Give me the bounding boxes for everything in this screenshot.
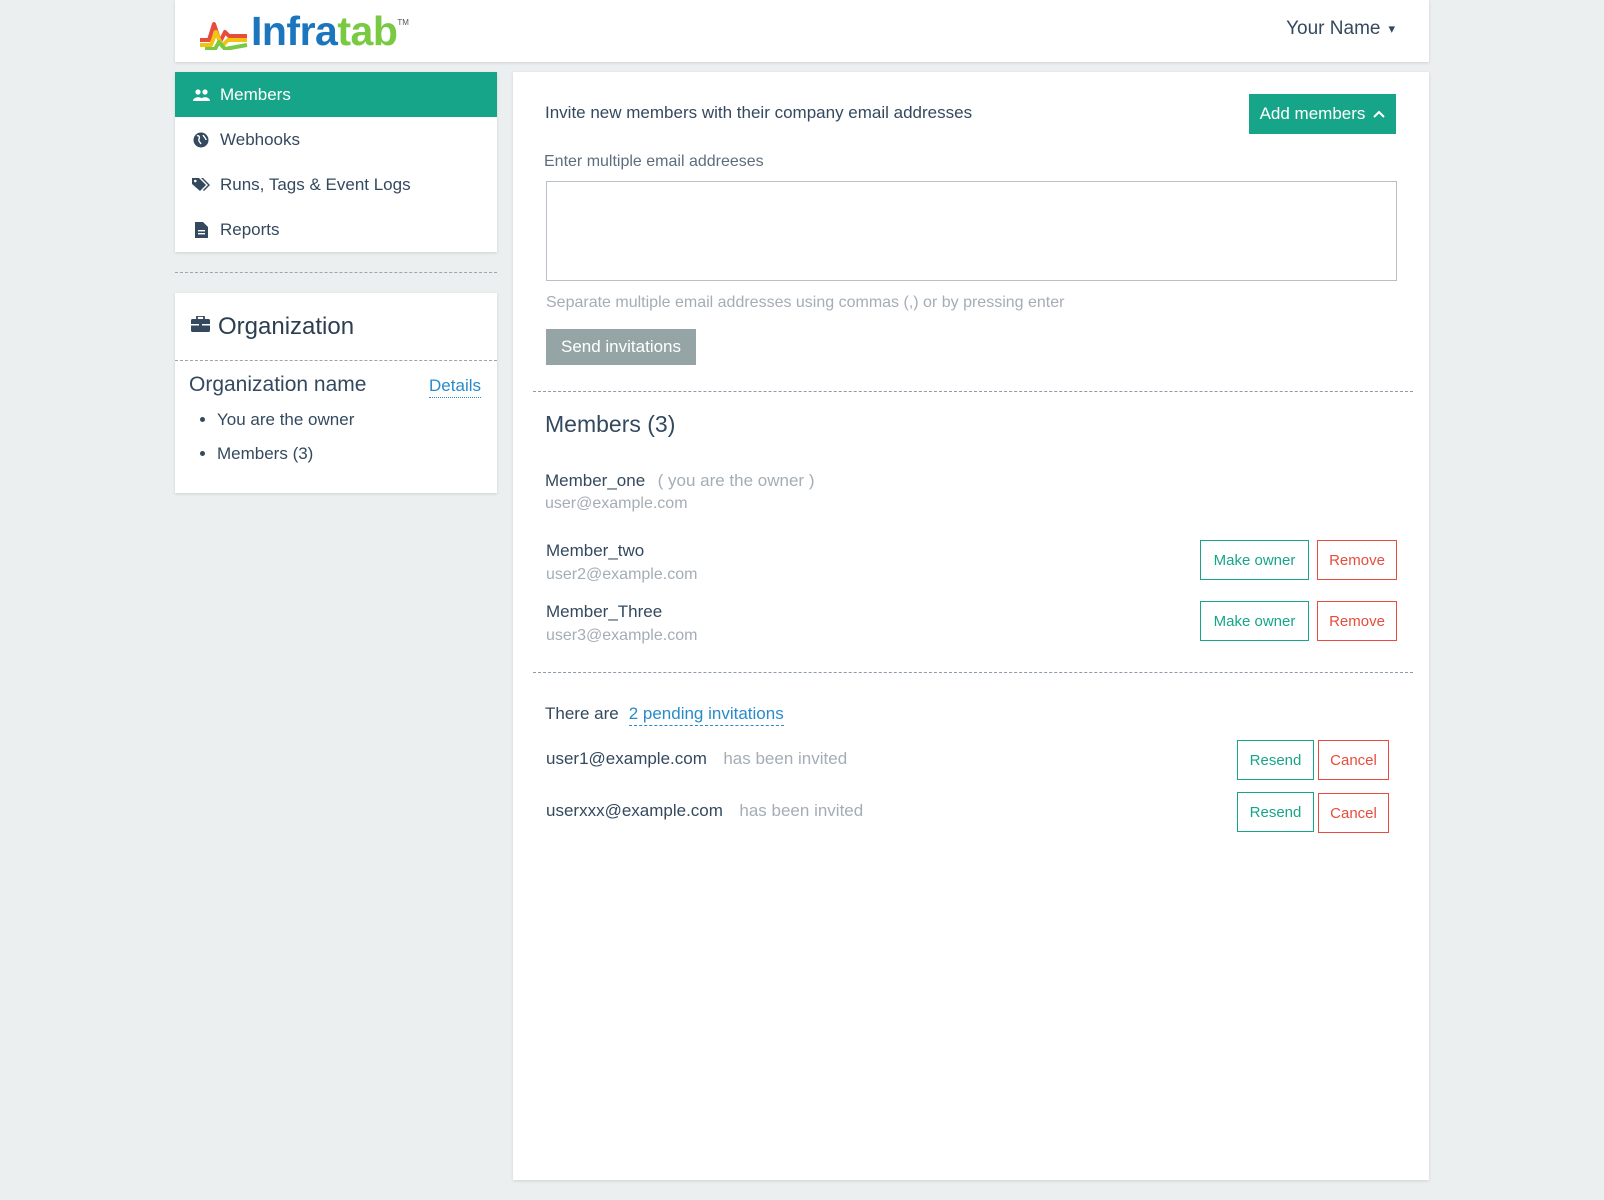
- user-menu[interactable]: Your Name ▾: [1286, 18, 1395, 40]
- invitation-email: userxxx@example.com: [546, 801, 723, 820]
- member-email: user@example.com: [545, 495, 688, 512]
- section-divider: [533, 391, 1413, 392]
- organization-name: Organization name: [189, 373, 367, 396]
- remove-button[interactable]: Remove: [1317, 540, 1397, 580]
- section-divider: [533, 672, 1413, 673]
- resend-button[interactable]: Resend: [1237, 792, 1314, 832]
- details-link[interactable]: Details: [429, 376, 481, 398]
- invitation-row: user1@example.com has been invited: [546, 749, 847, 769]
- sidebar-divider: [175, 272, 497, 273]
- add-members-label: Add members: [1259, 104, 1366, 123]
- cancel-button[interactable]: Cancel: [1318, 793, 1389, 833]
- sidebar-item-runs-tags-logs[interactable]: Runs, Tags & Event Logs: [175, 162, 497, 207]
- invitation-email: user1@example.com: [546, 749, 707, 768]
- remove-button[interactable]: Remove: [1317, 601, 1397, 641]
- users-icon: [191, 86, 211, 104]
- members-title: Members (3): [545, 411, 676, 437]
- invitation-status: has been invited: [723, 749, 848, 768]
- member-email: user2@example.com: [546, 566, 698, 583]
- organization-card: Organization Organization name Details Y…: [175, 293, 497, 493]
- infratab-logo[interactable]: Infratab TM: [199, 10, 409, 52]
- top-header: Infratab TM Your Name ▾: [175, 0, 1429, 62]
- invitation-row: userxxx@example.com has been invited: [546, 801, 863, 821]
- member-row: Member_one ( you are the owner ) user@ex…: [545, 471, 814, 513]
- logo-trademark: TM: [397, 18, 409, 27]
- globe-icon: [191, 131, 211, 149]
- member-name: Member_Three: [546, 602, 663, 621]
- caret-down-icon: ▾: [1388, 21, 1395, 36]
- owner-note: ( you are the owner ): [657, 471, 815, 490]
- chevron-up-icon: [1373, 110, 1386, 118]
- logo-chart-icon: [200, 22, 248, 50]
- sidebar-item-webhooks[interactable]: Webhooks: [175, 117, 497, 162]
- add-members-button[interactable]: Add members: [1249, 94, 1396, 134]
- sidebar-item-label: Webhooks: [220, 129, 301, 149]
- member-name: Member_one: [545, 471, 646, 490]
- main-panel: Invite new members with their company em…: [513, 72, 1429, 1180]
- tags-icon: [191, 176, 211, 194]
- cancel-button[interactable]: Cancel: [1318, 740, 1389, 780]
- pending-invitations-link[interactable]: 2 pending invitations: [628, 704, 784, 726]
- resend-button[interactable]: Resend: [1237, 740, 1314, 780]
- organization-header: Organization: [175, 293, 497, 361]
- pending-prefix: There are: [545, 704, 619, 723]
- member-name: Member_two: [546, 541, 645, 560]
- email-field-label: Enter multiple email addreeses: [544, 153, 764, 170]
- sidebar-item-label: Members: [220, 84, 291, 104]
- sidebar-item-label: Runs, Tags & Event Logs: [220, 174, 411, 194]
- make-owner-button[interactable]: Make owner: [1200, 601, 1309, 641]
- file-icon: [191, 221, 211, 239]
- logo-wordmark: Infratab: [251, 8, 398, 54]
- organization-facts: You are the owner Members (3): [175, 410, 497, 464]
- send-invitations-button[interactable]: Send invitations: [546, 329, 696, 365]
- sidebar-nav: Members Webhooks Runs, Tags & Event Logs…: [175, 72, 497, 252]
- invite-label: Invite new members with their company em…: [545, 103, 973, 122]
- member-row: Member_Three user3@example.com: [546, 602, 697, 645]
- briefcase-icon: [191, 315, 210, 337]
- pending-summary: There are 2 pending invitations: [545, 704, 784, 726]
- sidebar-item-label: Reports: [220, 219, 280, 239]
- member-email: user3@example.com: [546, 627, 698, 644]
- sidebar-item-members[interactable]: Members: [175, 72, 497, 117]
- make-owner-button[interactable]: Make owner: [1200, 540, 1309, 580]
- invitation-status: has been invited: [739, 801, 864, 820]
- sidebar-item-reports[interactable]: Reports: [175, 207, 497, 252]
- list-item: You are the owner: [217, 410, 497, 430]
- list-item: Members (3): [217, 444, 497, 464]
- user-name: Your Name: [1286, 18, 1381, 39]
- email-field[interactable]: [546, 181, 1397, 281]
- organization-title: Organization: [218, 312, 355, 340]
- organization-name-row: Organization name Details: [175, 361, 497, 398]
- member-row: Member_two user2@example.com: [546, 541, 697, 584]
- email-hint: Separate multiple email addresses using …: [546, 294, 1065, 311]
